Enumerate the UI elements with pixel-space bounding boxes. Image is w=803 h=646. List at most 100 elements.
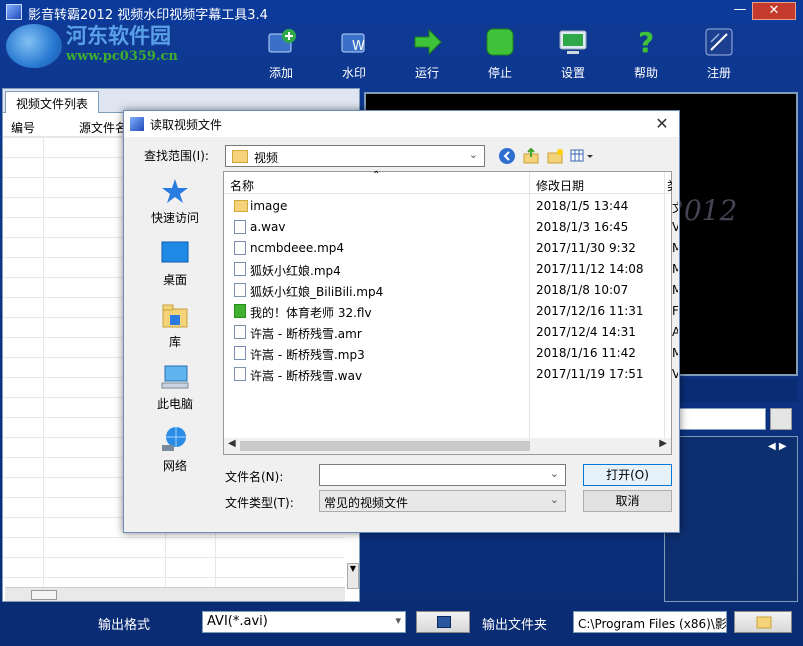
col-number[interactable]: 编号 bbox=[11, 119, 35, 136]
col-source-filename[interactable]: 源文件名 bbox=[79, 119, 127, 136]
file-type: 文 bbox=[672, 199, 678, 216]
filetype-select[interactable]: 常见的视频文件 ⌄ bbox=[319, 490, 566, 512]
media-file-icon bbox=[234, 241, 246, 255]
back-icon[interactable] bbox=[498, 147, 516, 165]
file-row[interactable]: ncmbdeee.mp4 2017/11/30 9:32 M bbox=[230, 238, 678, 258]
file-type: M bbox=[672, 346, 678, 360]
new-folder-icon[interactable] bbox=[546, 147, 564, 165]
file-row[interactable]: 狐妖小红娘.mp4 2017/11/12 14:08 M bbox=[230, 259, 678, 279]
file-type: V bbox=[672, 367, 678, 381]
col-date-header[interactable]: 修改日期 bbox=[536, 177, 584, 194]
sort-up-icon: ⌃ bbox=[372, 170, 381, 181]
minimize-button[interactable]: — bbox=[728, 2, 752, 20]
file-type: M bbox=[672, 241, 678, 255]
filename-input[interactable]: ⌄ bbox=[319, 464, 566, 486]
right-text-input[interactable] bbox=[676, 408, 766, 430]
output-folder-label: 输出文件夹 bbox=[482, 618, 548, 633]
place-quick-access[interactable]: 快速访问 bbox=[130, 177, 220, 233]
settings-label: 设置 bbox=[560, 66, 585, 80]
file-row[interactable]: 狐妖小红娘_BiliBili.mp4 2018/1/8 10:07 M bbox=[230, 280, 678, 300]
file-date: 2017/11/30 9:32 bbox=[536, 241, 636, 255]
file-date: 2018/1/5 13:44 bbox=[536, 199, 629, 213]
lookin-select[interactable]: 视频 ⌄ bbox=[225, 145, 485, 167]
scroll-right-icon[interactable]: ▶ bbox=[659, 438, 667, 449]
add-button[interactable]: 添加 bbox=[253, 26, 309, 80]
run-button[interactable]: 运行 bbox=[399, 26, 455, 80]
tab-video-file-list[interactable]: 视频文件列表 bbox=[5, 91, 100, 113]
file-name: ncmbdeee.mp4 bbox=[250, 241, 345, 255]
view-menu-icon[interactable] bbox=[570, 147, 596, 165]
watermark-button[interactable]: W 水印 bbox=[326, 26, 382, 80]
open-button[interactable]: 打开(O) bbox=[583, 464, 672, 486]
scroll-thumb[interactable] bbox=[240, 441, 530, 451]
file-type: F bbox=[672, 304, 678, 318]
film-icon bbox=[437, 616, 451, 628]
add-label: 添加 bbox=[268, 66, 293, 80]
file-row[interactable]: 许嵩 - 断桥残雪.amr 2017/12/4 14:31 A bbox=[230, 322, 678, 342]
output-format-select[interactable]: AVI(*.avi) ▾ bbox=[202, 611, 406, 633]
file-type: M bbox=[672, 262, 678, 276]
file-date: 2017/12/16 11:31 bbox=[536, 304, 644, 318]
cancel-button[interactable]: 取消 bbox=[583, 490, 672, 512]
scroll-thumb[interactable] bbox=[31, 590, 57, 600]
file-row[interactable]: a.wav 2018/1/3 16:45 V bbox=[230, 217, 678, 237]
file-row[interactable]: 许嵩 - 断桥残雪.mp3 2018/1/16 11:42 M bbox=[230, 343, 678, 363]
media-file-icon bbox=[234, 367, 246, 381]
dialog-title: 读取视频文件 bbox=[150, 118, 223, 132]
places-bar: 快速访问 桌面 库 此电脑 网络 bbox=[130, 173, 220, 525]
file-row[interactable]: image 2018/1/5 13:44 文 bbox=[230, 196, 678, 216]
help-label: 帮助 bbox=[633, 66, 658, 80]
output-folder-input[interactable]: C:\Program Files (x86)\影音 bbox=[573, 611, 727, 633]
watermark-icon: W bbox=[341, 33, 365, 54]
help-icon: ? bbox=[638, 26, 654, 58]
file-row[interactable]: 许嵩 - 断桥残雪.wav 2017/11/19 17:51 V bbox=[230, 364, 678, 384]
file-list-view[interactable]: 名称 ⌃ 修改日期 类 image 2018/1/5 13:44 文 a.wav 201… bbox=[223, 170, 678, 455]
col-name-header[interactable]: 名称 bbox=[230, 177, 254, 194]
browse-folder-button[interactable] bbox=[734, 611, 792, 633]
file-list-hscroll[interactable]: ◀ ▶ bbox=[224, 438, 671, 454]
run-arrow-icon bbox=[414, 28, 442, 56]
dialog-close-button[interactable]: ✕ bbox=[653, 115, 671, 133]
file-name: 许嵩 - 断桥残雪.mp3 bbox=[250, 348, 365, 362]
flv-file-icon bbox=[234, 304, 246, 318]
output-format-label: 输出格式 bbox=[98, 618, 151, 633]
file-date: 2017/12/4 14:31 bbox=[536, 325, 636, 339]
vertical-scrollbar[interactable]: ▼ bbox=[347, 563, 359, 589]
media-file-icon bbox=[234, 220, 246, 234]
place-desktop[interactable]: 桌面 bbox=[130, 239, 220, 295]
filename-label: 文件名(N): bbox=[225, 470, 284, 484]
close-button[interactable]: ✕ bbox=[752, 2, 796, 20]
quick-access-star-icon bbox=[162, 179, 188, 203]
place-this-pc[interactable]: 此电脑 bbox=[130, 363, 220, 419]
col-type-header[interactable]: 类 bbox=[667, 177, 672, 194]
media-file-icon bbox=[234, 346, 246, 360]
stop-icon bbox=[486, 28, 514, 56]
place-label: 快速访问 bbox=[150, 211, 199, 225]
chevron-down-icon: ⌄ bbox=[549, 467, 559, 480]
place-library[interactable]: 库 bbox=[130, 301, 220, 357]
place-network[interactable]: 网络 bbox=[130, 425, 220, 481]
right-browse-button[interactable] bbox=[770, 408, 792, 430]
place-label: 桌面 bbox=[162, 273, 187, 287]
app-icon bbox=[6, 4, 22, 20]
stop-button[interactable]: 停止 bbox=[472, 26, 528, 80]
folder-icon bbox=[232, 150, 248, 163]
file-row[interactable]: 我的！体育老师 32.flv 2017/12/16 11:31 F bbox=[230, 301, 678, 321]
settings-button[interactable]: 设置 bbox=[545, 26, 601, 80]
register-button[interactable]: 注册 bbox=[691, 26, 747, 80]
list-nav-arrows[interactable]: ◀ ▶ bbox=[768, 441, 787, 452]
dialog-title-bar: 读取视频文件 ✕ bbox=[124, 111, 679, 137]
scroll-left-icon[interactable]: ◀ bbox=[228, 438, 236, 449]
up-folder-icon[interactable] bbox=[522, 147, 540, 165]
format-settings-button[interactable] bbox=[416, 611, 470, 633]
file-date: 2018/1/16 11:42 bbox=[536, 346, 636, 360]
add-film-icon bbox=[268, 29, 296, 53]
horizontal-scrollbar[interactable] bbox=[5, 587, 345, 601]
media-file-icon bbox=[234, 325, 246, 339]
folder-icon bbox=[234, 200, 248, 212]
run-label: 运行 bbox=[414, 66, 439, 80]
help-button[interactable]: ? 帮助 bbox=[618, 26, 674, 80]
file-type: V bbox=[672, 220, 678, 234]
desktop-icon bbox=[161, 241, 189, 263]
file-name: 狐妖小红娘_BiliBili.mp4 bbox=[250, 285, 384, 299]
